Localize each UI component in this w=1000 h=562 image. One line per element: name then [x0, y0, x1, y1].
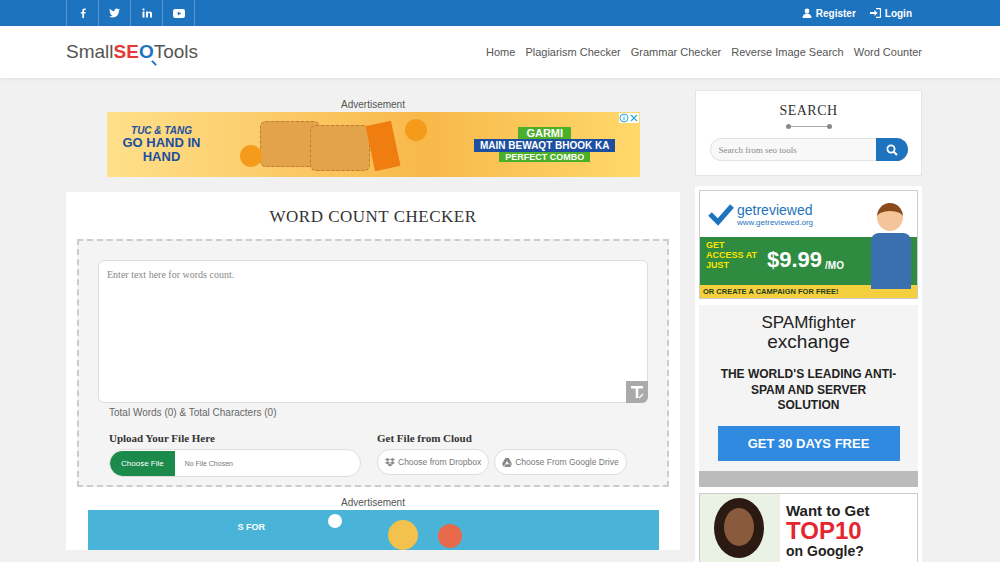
nav-item[interactable]: Plagiarism Checker — [525, 46, 620, 58]
ad-label: Advertisement — [341, 90, 405, 112]
search-title: SEARCH — [779, 103, 837, 119]
register-link[interactable]: Register — [802, 8, 856, 19]
top-bar: Register Login — [0, 0, 1000, 26]
sidebar-ads: getreviewed www.getreviewed.org GET ACCE… — [695, 186, 922, 562]
top-ad-banner[interactable]: TUC & TANG GO HAND IN HAND GARMI MAIN BE… — [107, 112, 640, 177]
twitter-link[interactable] — [98, 0, 130, 26]
getreviewed-logo-icon — [708, 202, 734, 226]
nav-item[interactable]: Word Counter — [854, 46, 922, 58]
ad-choices-icon[interactable] — [619, 113, 639, 123]
ad-photo — [700, 494, 780, 562]
file-status: No File Chosen — [175, 460, 233, 467]
cloud-section: Get File from Cloud Choose from Dropbox … — [377, 432, 648, 477]
google-drive-button[interactable]: Choose From Google Drive — [494, 449, 626, 475]
product-image — [240, 115, 440, 175]
search-widget: SEARCH — [695, 90, 922, 176]
facebook-icon — [78, 8, 88, 18]
word-counter-card: WORD COUNT CHECKER Total Words (0) & Tot… — [66, 192, 680, 550]
logo[interactable]: SmallSEOTools — [66, 41, 198, 63]
top10-ad[interactable]: Want to Get TOP10 on Google? — [699, 493, 918, 562]
getreviewed-ad[interactable]: getreviewed www.getreviewed.org GET ACCE… — [699, 190, 918, 299]
site-header: SmallSEOTools Home Plagiarism Checker Gram… — [0, 26, 1000, 78]
tool-title: WORD COUNT CHECKER — [269, 207, 476, 227]
divider — [786, 124, 832, 129]
youtube-link[interactable] — [162, 0, 195, 26]
text-input[interactable] — [98, 260, 648, 403]
spamfighter-ad[interactable]: SPAMfighter exchange THE WORLD'S LEADING… — [699, 305, 918, 487]
text-tool-icon[interactable] — [626, 381, 648, 403]
dropbox-button[interactable]: Choose from Dropbox — [377, 449, 489, 475]
page: Register Login SmallSEOTools Home Plagiar… — [0, 0, 1000, 562]
login-link[interactable]: Login — [870, 8, 912, 19]
tool-box: Total Words (0) & Total Characters (0) U… — [77, 239, 669, 487]
main-nav: Home Plagiarism Checker Grammar Checker Rev… — [486, 46, 922, 58]
search-input[interactable] — [710, 138, 876, 161]
search-icon — [886, 144, 898, 156]
linkedin-link[interactable] — [130, 0, 162, 26]
ad-label: Advertisement — [341, 487, 405, 510]
nav-item[interactable]: Home — [486, 46, 515, 58]
free-trial-button[interactable]: GET 30 DAYS FREE — [718, 426, 900, 461]
nav-item[interactable]: Grammar Checker — [631, 46, 721, 58]
youtube-icon — [173, 9, 185, 18]
word-count-summary: Total Words (0) & Total Characters (0) — [98, 403, 648, 418]
cartoon-illustration — [865, 199, 915, 289]
search-button[interactable] — [876, 138, 908, 161]
file-input[interactable]: Choose File No File Chosen — [109, 449, 361, 477]
google-drive-icon — [502, 458, 512, 467]
auth-links: Register Login — [802, 0, 922, 26]
upload-section: Upload Your File Here Choose File No Fil… — [109, 432, 361, 477]
user-icon — [802, 8, 812, 18]
logo-magnifier: O — [139, 41, 154, 63]
social-links — [66, 0, 195, 26]
sign-in-icon — [870, 8, 881, 18]
bottom-ad-banner[interactable]: S FOR — [88, 510, 659, 550]
linkedin-icon — [142, 8, 152, 18]
twitter-icon — [109, 8, 120, 18]
nav-item[interactable]: Reverse Image Search — [731, 46, 844, 58]
content-column: Advertisement TUC & TANG GO HAND IN HAND… — [66, 90, 680, 550]
choose-file-button[interactable]: Choose File — [110, 451, 175, 476]
sidebar: SEARCH getreviewed www.getreviewed.org G… — [695, 90, 922, 562]
main: Advertisement TUC & TANG GO HAND IN HAND… — [66, 78, 922, 562]
dropbox-icon — [385, 458, 395, 467]
facebook-link[interactable] — [66, 0, 98, 26]
